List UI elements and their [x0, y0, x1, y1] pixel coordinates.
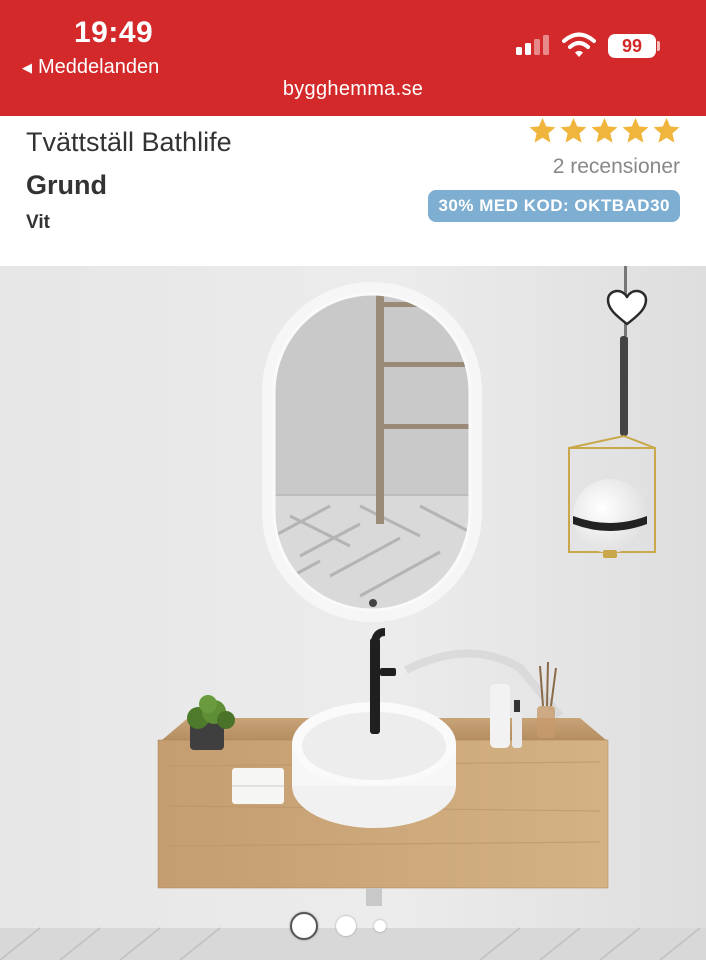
image-pagination — [290, 912, 386, 940]
page-dot[interactable] — [374, 920, 386, 932]
promo-badge: 30% MED KOD: OKTBAD30 — [428, 190, 680, 222]
star-icon — [560, 117, 587, 143]
product-image[interactable] — [0, 266, 706, 960]
battery-nub — [657, 41, 660, 51]
bathroom-scene-image — [0, 266, 706, 960]
back-to-app-button[interactable]: ◀ Meddelanden — [22, 56, 159, 79]
heart-icon[interactable] — [606, 289, 648, 327]
product-color: Vit — [26, 212, 50, 233]
star-icon — [622, 117, 649, 143]
wifi-icon — [562, 32, 596, 57]
star-icon — [529, 117, 556, 143]
status-bar: 19:49 ◀ Meddelanden 99 bygghemma.se — [0, 0, 706, 116]
signal-icon — [516, 35, 549, 55]
star-icon — [591, 117, 618, 143]
url-bar[interactable]: bygghemma.se — [0, 78, 706, 101]
status-time: 19:49 — [74, 16, 154, 49]
product-title: Tvättställ Bathlife — [26, 127, 232, 157]
reviews-link[interactable]: 2 recensioner — [553, 155, 680, 179]
star-icon — [653, 117, 680, 143]
rating-stars[interactable] — [528, 116, 681, 150]
page-dot[interactable] — [290, 912, 318, 940]
back-caret-icon: ◀ — [22, 59, 32, 75]
back-to-app-label: Meddelanden — [38, 56, 160, 78]
battery-indicator: 99 — [608, 34, 656, 58]
page-dot[interactable] — [336, 916, 356, 936]
product-variant: Grund — [26, 170, 107, 200]
